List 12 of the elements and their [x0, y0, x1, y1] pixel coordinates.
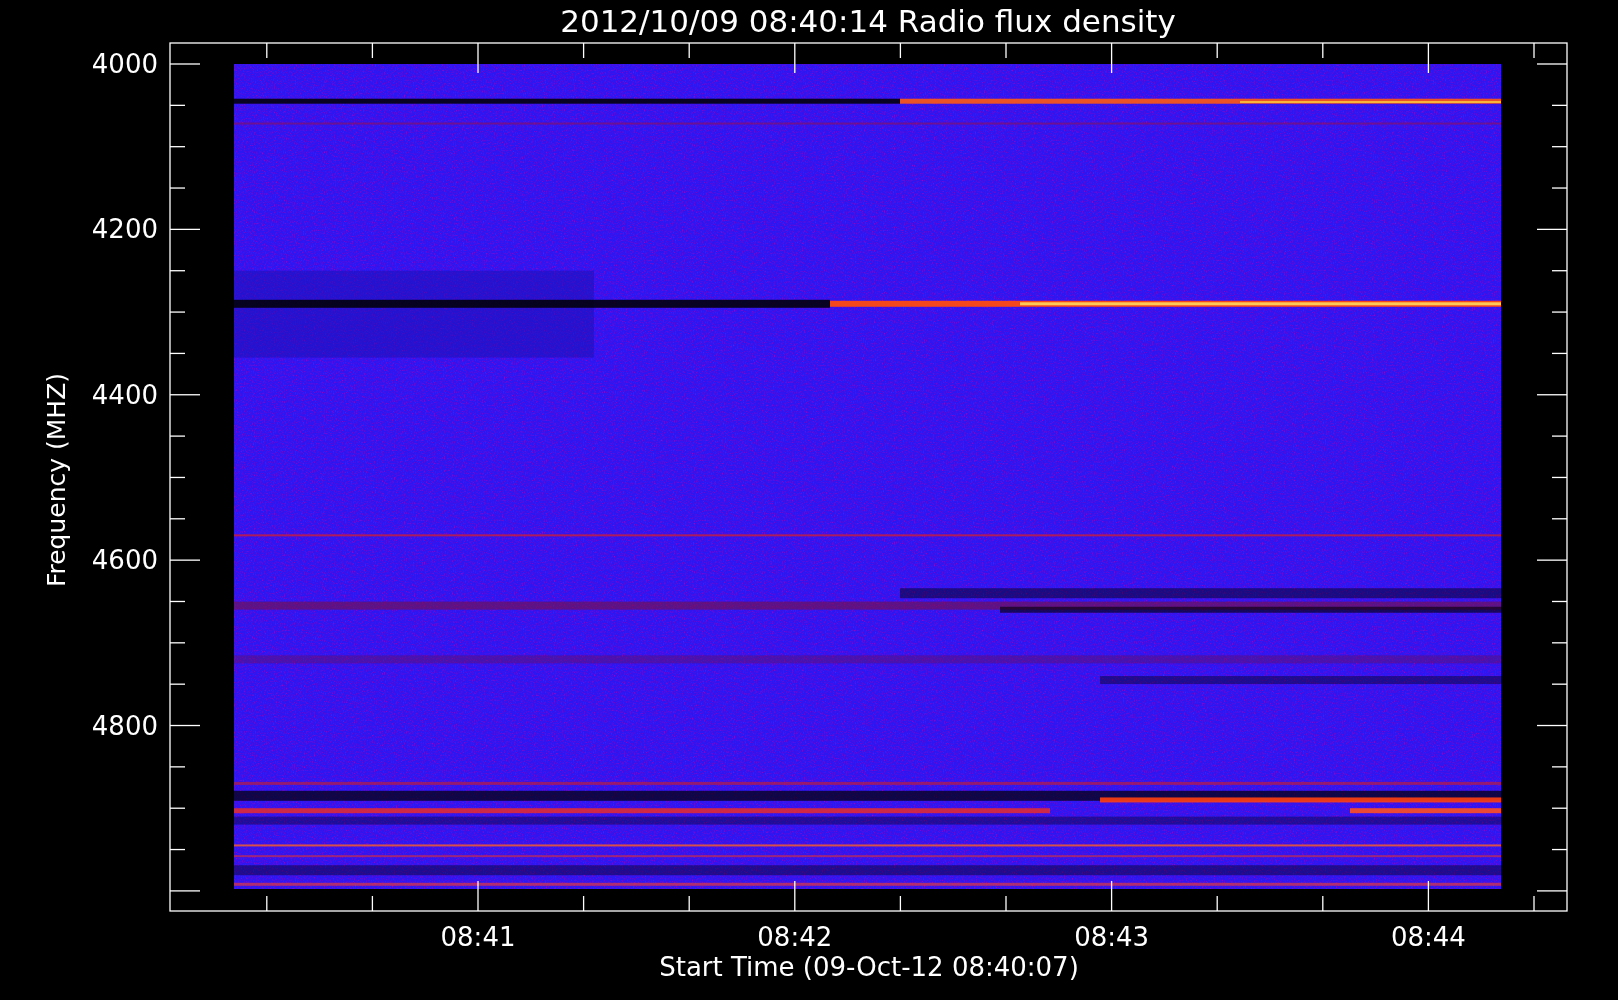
plot-title: 2012/10/09 08:40:14 Radio flux density [560, 3, 1176, 39]
x-tick-label: 08:44 [1390, 922, 1466, 952]
x-axis-label: Start Time (09-Oct-12 08:40:07) [659, 952, 1079, 982]
x-tick-label: 08:41 [440, 922, 516, 952]
x-tick-label: 08:42 [757, 922, 833, 952]
y-tick-label: 4200 [91, 214, 158, 245]
y-axis-label: Frequency (MHZ) [42, 372, 71, 588]
y-tick-label: 4400 [91, 379, 158, 410]
x-tick-label: 08:43 [1074, 922, 1150, 952]
y-tick-label: 4000 [91, 49, 158, 79]
y-tick-label: 4600 [91, 545, 158, 576]
y-tick-label: 4800 [91, 710, 158, 741]
